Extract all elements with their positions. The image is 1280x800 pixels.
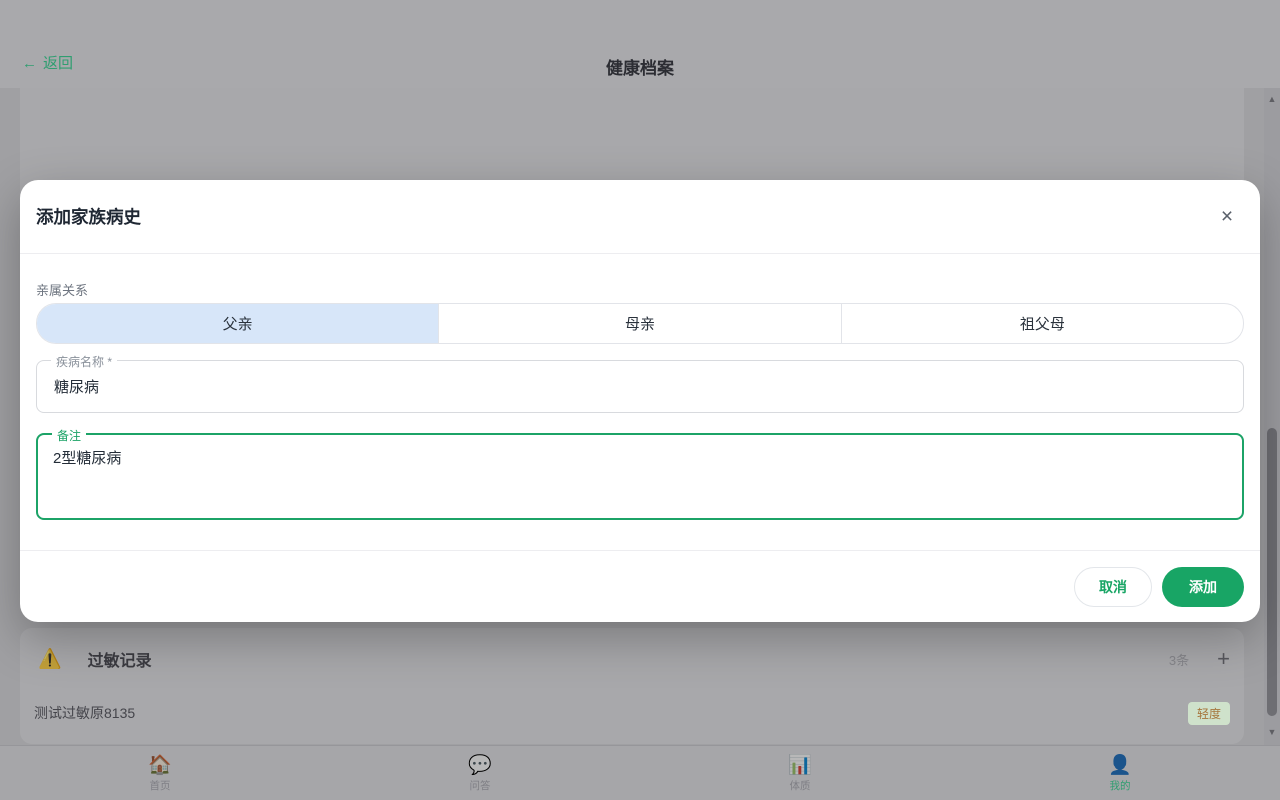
tab-profile[interactable]: 👤 我的 (960, 746, 1280, 800)
scrollbar: ▲ ▼ (1264, 88, 1280, 745)
chat-icon: 💬 (468, 755, 492, 776)
allergy-list-item: 测试过敏原8135 轻度 (34, 702, 1230, 724)
segment-grandparents[interactable]: 祖父母 (841, 304, 1243, 343)
scroll-down-icon[interactable]: ▼ (1264, 727, 1280, 737)
tab-home[interactable]: 🏠 首页 (0, 746, 320, 800)
tab-constitution-label: 体质 (790, 778, 811, 793)
tab-qa-label: 问答 (470, 778, 491, 793)
app-header: ← 返回 健康档案 (0, 0, 1280, 88)
allergy-item-name: 测试过敏原8135 (34, 703, 135, 723)
note-field: 备注 2型糖尿病 (36, 433, 1244, 520)
allergy-title: 过敏记录 (88, 647, 152, 671)
scrollbar-thumb[interactable] (1267, 428, 1277, 716)
segment-father[interactable]: 父亲 (37, 304, 438, 343)
tab-qa[interactable]: 💬 问答 (320, 746, 640, 800)
add-button[interactable]: 添加 (1162, 567, 1244, 607)
add-allergy-button[interactable]: + (1217, 648, 1230, 670)
warning-icon: ⚠️ (38, 647, 62, 671)
relation-segmented-control: 父亲 母亲 祖父母 (36, 303, 1244, 344)
relation-label: 亲属关系 (36, 280, 88, 299)
cancel-button[interactable]: 取消 (1074, 567, 1152, 607)
allergy-count: 3条 (1169, 650, 1189, 669)
modal-header-divider (20, 253, 1260, 254)
segment-mother[interactable]: 母亲 (438, 304, 840, 343)
tab-constitution[interactable]: 📊 体质 (640, 746, 960, 800)
allergy-card-header: ⚠️ 过敏记录 3条 + (34, 646, 1230, 672)
disease-name-label: 疾病名称 * (51, 353, 117, 370)
person-icon: 👤 (1108, 755, 1132, 776)
screen: ← 返回 健康档案 诊断时间: 2020-03 备注: 定期服药控制中 家族病史… (0, 0, 1280, 800)
add-family-history-modal: 添加家族病史 × 亲属关系 父亲 母亲 祖父母 疾病名称 * 备注 2型糖尿病 … (20, 180, 1260, 622)
home-icon: 🏠 (148, 755, 172, 776)
chart-icon: 📊 (788, 755, 812, 776)
note-textarea[interactable]: 2型糖尿病 (38, 435, 1242, 518)
severity-badge: 轻度 (1188, 702, 1230, 725)
close-icon[interactable]: × (1212, 202, 1242, 232)
tab-profile-label: 我的 (1110, 778, 1131, 793)
tab-home-label: 首页 (150, 778, 171, 793)
modal-footer: 取消 添加 (20, 551, 1260, 622)
allergy-card: ⚠️ 过敏记录 3条 + 测试过敏原8135 轻度 (20, 628, 1244, 744)
modal-header: 添加家族病史 (20, 180, 1260, 253)
disease-name-field: 疾病名称 * (36, 360, 1244, 413)
scroll-up-icon[interactable]: ▲ (1264, 94, 1280, 104)
disease-name-input[interactable] (37, 361, 1243, 412)
modal-title: 添加家族病史 (36, 204, 141, 229)
note-label: 备注 (52, 427, 86, 444)
page-title: 健康档案 (0, 54, 1280, 79)
tab-bar: 🏠 首页 💬 问答 📊 体质 👤 我的 (0, 745, 1280, 800)
